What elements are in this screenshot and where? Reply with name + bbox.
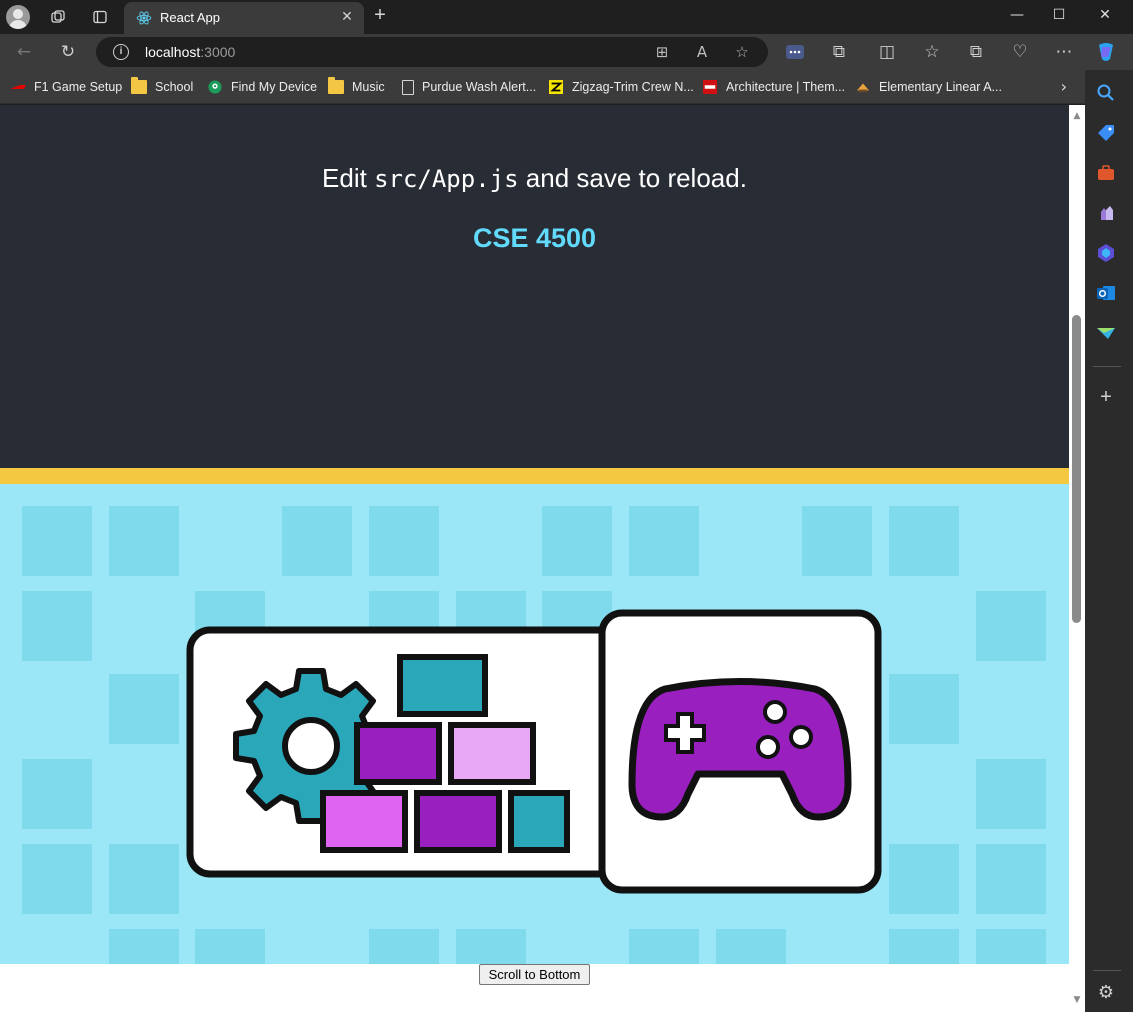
course-title: CSE 4500 — [472, 223, 597, 253]
page-viewport: Edit src/App.js and save to reload. CSE … — [0, 105, 1069, 1012]
sidebar-settings-icon[interactable]: ⚙ — [1095, 982, 1117, 1004]
f1-icon — [10, 85, 26, 89]
bookmark-f1-game-setup[interactable]: F1 Game Setup — [10, 78, 122, 96]
bookmark-label: Zigzag-Trim Crew N... — [572, 80, 694, 94]
games-icon[interactable] — [1095, 202, 1117, 224]
game-dev-illustration — [0, 484, 1069, 964]
scroll-to-bottom-button[interactable]: Scroll to Bottom — [479, 964, 590, 985]
browser-essentials-icon[interactable]: ♡ — [1008, 40, 1032, 64]
edit-code: src/App.js — [374, 165, 519, 193]
url-host: localhost — [145, 44, 201, 60]
split-screen-icon[interactable]: ◫ — [875, 40, 899, 64]
outlook-icon[interactable] — [1095, 282, 1117, 304]
folder-icon — [328, 77, 344, 94]
bookmark-school[interactable]: School — [131, 77, 194, 96]
bookmarks-bar: F1 Game Setup School Find My Device Musi… — [0, 70, 1133, 104]
workspaces-icon[interactable] — [46, 6, 70, 28]
bookmark-label: F1 Game Setup — [34, 80, 123, 94]
bookmark-label: Architecture | Them... — [726, 80, 846, 94]
copilot-icon[interactable] — [1094, 40, 1118, 64]
folder-icon — [131, 77, 147, 94]
collections-icon[interactable]: ⧉ — [964, 40, 988, 64]
read-aloud-icon[interactable]: A — [692, 42, 712, 62]
bookmark-label: School — [155, 80, 194, 94]
app-header: Edit src/App.js and save to reload. CSE … — [0, 105, 1069, 468]
close-window-icon[interactable]: ✕ — [1082, 0, 1128, 30]
extension-dots-icon[interactable] — [783, 40, 807, 64]
sidebar-divider — [1093, 970, 1121, 971]
bookmark-label: Find My Device — [231, 80, 318, 94]
minimize-icon[interactable]: — — [994, 0, 1040, 30]
profile-avatar[interactable] — [6, 5, 30, 29]
shopping-tag-icon[interactable] — [1095, 122, 1117, 144]
favorites-icon[interactable]: ☆ — [920, 40, 944, 64]
navigation-bar: ← ↻ i localhost:3000 ⊞ A ☆ ⧉ ◫ ☆ ⧉ ♡ ⋯ — [0, 34, 1133, 70]
close-tab-icon[interactable]: ✕ — [338, 8, 356, 25]
tools-icon[interactable] — [1095, 162, 1117, 184]
copilot-apps-icon[interactable] — [1095, 242, 1117, 264]
edit-instruction: Edit src/App.js and save to reload. — [0, 163, 1069, 194]
sidebar-divider — [1093, 366, 1121, 367]
maximize-icon[interactable]: ☐ — [1036, 0, 1082, 30]
bookmark-label: Elementary Linear A... — [879, 80, 1002, 94]
bookmark-elementary-linear-algebra[interactable]: Elementary Linear A... — [855, 78, 1002, 96]
book-icon — [856, 83, 870, 93]
favorite-star-icon[interactable]: ☆ — [732, 42, 752, 62]
app-available-icon[interactable]: ⊞ — [652, 42, 672, 62]
scroll-up-icon[interactable]: ▲ — [1072, 111, 1082, 121]
edit-prefix: Edit — [322, 163, 375, 193]
bookmark-zigzag-trim-crew[interactable]: Zigzag-Trim Crew N... — [548, 78, 694, 96]
chevron-right-icon[interactable]: › — [1061, 77, 1067, 96]
page-scrollbar[interactable]: ▲ ▼ — [1069, 105, 1085, 1012]
lego-icon — [703, 80, 717, 94]
bookmark-purdue-wash-alert[interactable]: Purdue Wash Alert... — [402, 78, 536, 96]
back-icon[interactable]: ← — [12, 40, 36, 64]
bookmark-architecture[interactable]: Architecture | Them... — [702, 78, 845, 96]
bookmark-music[interactable]: Music — [328, 77, 385, 96]
add-sidebar-app-icon[interactable]: + — [1095, 386, 1117, 408]
url-text[interactable]: localhost:3000 — [145, 44, 235, 60]
react-icon — [136, 11, 152, 25]
scroll-thumb[interactable] — [1072, 315, 1081, 623]
find-device-icon — [208, 80, 222, 94]
scroll-down-icon[interactable]: ▼ — [1072, 995, 1082, 1005]
edit-suffix: and save to reload. — [518, 163, 747, 193]
bookmark-find-my-device[interactable]: Find My Device — [207, 78, 317, 96]
refresh-icon[interactable]: ↻ — [56, 40, 80, 64]
title-bar: React App ✕ + — ☐ ✕ — [0, 0, 1133, 34]
bookmark-label: Purdue Wash Alert... — [422, 80, 537, 94]
bookmark-label: Music — [352, 80, 385, 94]
address-bar[interactable]: i localhost:3000 ⊞ A ☆ — [96, 37, 768, 67]
search-icon[interactable] — [1095, 82, 1117, 104]
tab-actions-icon[interactable] — [88, 6, 112, 28]
more-menu-icon[interactable]: ⋯ — [1052, 40, 1076, 64]
page-icon — [402, 79, 414, 95]
new-tab-icon[interactable]: + — [370, 4, 390, 27]
tab-title: React App — [160, 10, 220, 25]
yellow-divider — [0, 468, 1069, 484]
zigzag-icon — [549, 80, 563, 94]
site-info-icon[interactable]: i — [113, 44, 129, 60]
extensions-puzzle-icon[interactable]: ⧉ — [827, 40, 851, 64]
tab-react-app[interactable]: React App ✕ — [124, 2, 364, 34]
edge-sidebar: + ⚙ — [1085, 70, 1133, 1012]
send-icon[interactable] — [1095, 322, 1117, 344]
url-port: :3000 — [200, 44, 236, 60]
